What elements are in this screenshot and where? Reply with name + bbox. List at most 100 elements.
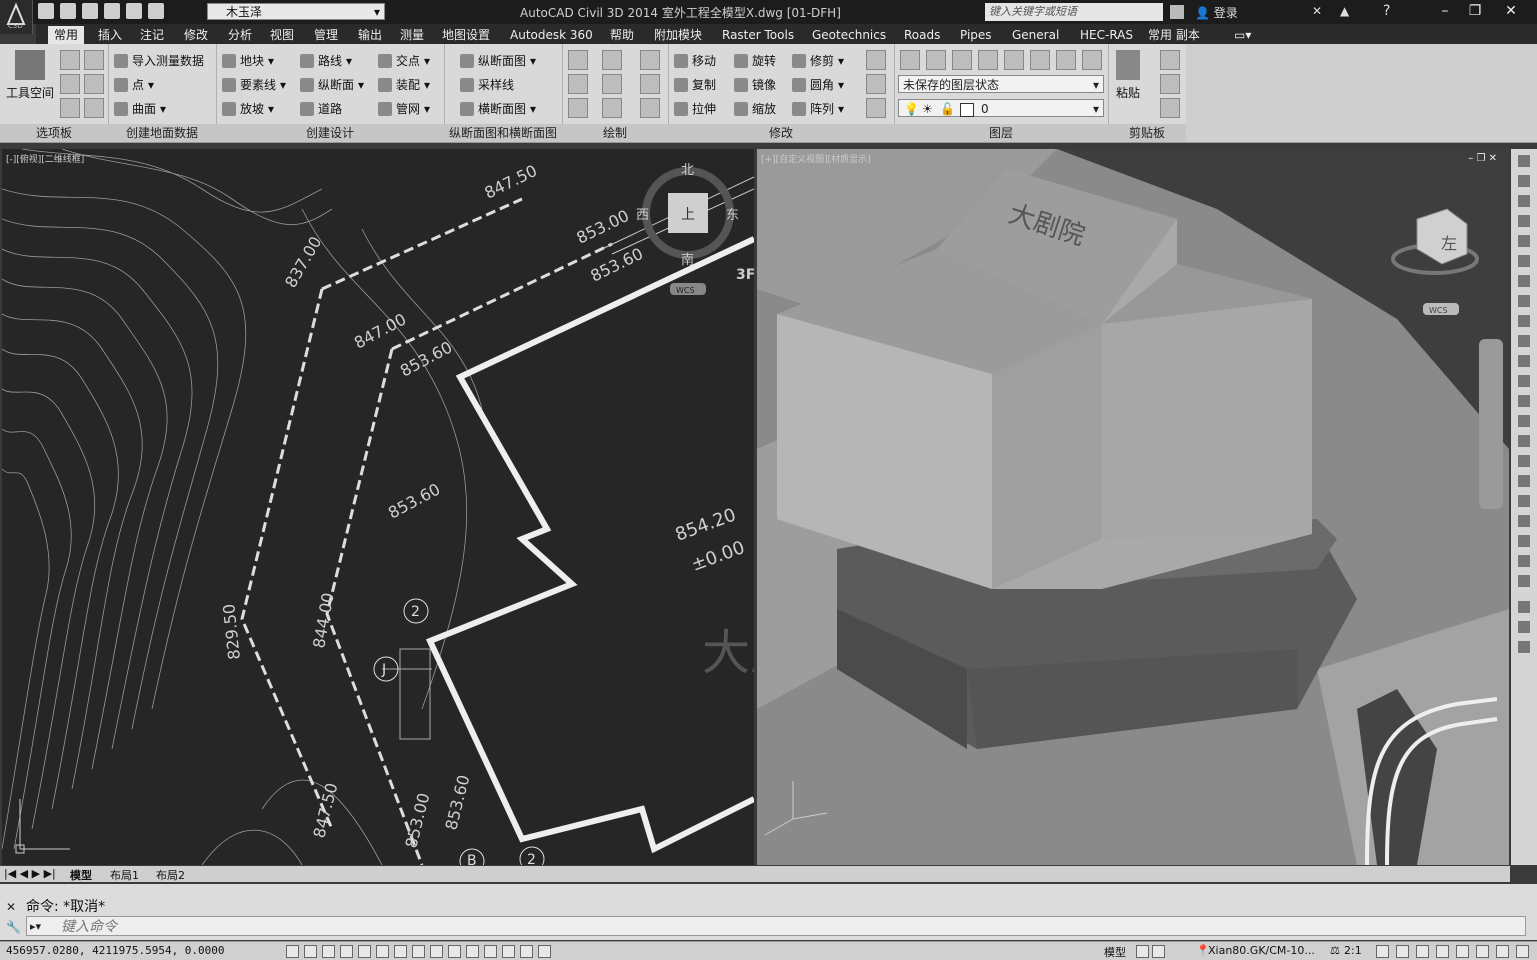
tool-icon-24[interactable] [1518, 621, 1530, 633]
tool-icon-17[interactable] [1518, 475, 1530, 487]
tab-home[interactable]: 常用 [48, 26, 85, 44]
layer-icon-4[interactable] [978, 50, 998, 70]
tab-hec-ras[interactable]: HEC-RAS [1074, 26, 1139, 44]
tab-insert[interactable]: 插入 [92, 26, 128, 44]
intersection-button[interactable]: 交点 ▾ [378, 52, 430, 69]
layer-icon-5[interactable] [1004, 50, 1024, 70]
tab-layout1[interactable]: 布局1 [110, 867, 139, 883]
tool-icon-14[interactable] [1518, 415, 1530, 427]
tool-icon-15[interactable] [1518, 435, 1530, 447]
scale-button[interactable]: 缩放 [734, 100, 776, 117]
ducs-icon[interactable] [430, 945, 443, 958]
help-icon[interactable]: ? [1383, 3, 1390, 19]
feature-line-button[interactable]: 要素线 ▾ [222, 76, 286, 93]
app-menu-button[interactable]: C3D [0, 0, 33, 34]
close-button[interactable]: ✕ [1496, 0, 1526, 22]
panel-title-draw[interactable]: 绘制 [562, 124, 668, 142]
transparency-icon[interactable] [484, 945, 497, 958]
model-space-label[interactable]: 模型 [1104, 944, 1126, 960]
corridor-button[interactable]: 道路 [300, 100, 342, 117]
status-menu-icon[interactable] [1496, 945, 1509, 958]
copy-button[interactable]: 复制 [674, 76, 716, 93]
binoculars-icon[interactable] [1170, 5, 1184, 19]
profile-view-button[interactable]: 纵断面图 ▾ [460, 52, 536, 69]
tool-icon-11[interactable] [1518, 355, 1530, 367]
panel-title-ground[interactable]: 创建地面数据 [108, 124, 216, 142]
lock-icon[interactable]: 🔓 [940, 102, 955, 116]
dyn-icon[interactable] [448, 945, 461, 958]
annotation-visibility-icon[interactable] [1376, 945, 1389, 958]
tool-icon-20[interactable] [1518, 535, 1530, 547]
viewport-controls-icon[interactable]: – ❐ ✕ [1468, 153, 1497, 164]
sun-icon[interactable]: ☀ [922, 102, 933, 116]
restore-button[interactable]: ❐ [1460, 0, 1490, 22]
cut-icon[interactable] [1160, 50, 1180, 70]
clean-screen-icon[interactable] [1516, 945, 1529, 958]
tool-icon-1[interactable] [1518, 155, 1530, 167]
rotate-button[interactable]: 旋转 [734, 52, 776, 69]
close-command-icon[interactable]: ✕ [6, 900, 16, 914]
layer-icon-2[interactable] [926, 50, 946, 70]
tool-icon-8[interactable] [1518, 295, 1530, 307]
tool-icon-5[interactable] [1518, 235, 1530, 247]
sample-lines-button[interactable]: 采样线 [460, 76, 514, 93]
auto-scale-icon[interactable] [1396, 945, 1409, 958]
point-draw-icon[interactable] [568, 74, 588, 94]
layer-icon-3[interactable] [952, 50, 972, 70]
tab-manage[interactable]: 管理 [308, 26, 344, 44]
ribbon-options-icon[interactable]: ▭▾ [1228, 26, 1257, 44]
trim-button[interactable]: 修剪 ▾ [792, 52, 844, 69]
tab-roads[interactable]: Roads [898, 26, 946, 44]
osnap-icon[interactable] [376, 945, 389, 958]
explode-icon[interactable] [866, 74, 886, 94]
minimize-button[interactable]: – [1430, 0, 1460, 22]
tab-pipes[interactable]: Pipes [954, 26, 998, 44]
erase-icon[interactable] [866, 50, 886, 70]
tab-annotate[interactable]: 注记 [134, 26, 170, 44]
array-button[interactable]: 阵列 ▾ [792, 100, 844, 117]
tool-icon-12[interactable] [1518, 375, 1530, 387]
tab-general[interactable]: General [1006, 26, 1065, 44]
panel-title-modify[interactable]: 修改 [668, 124, 894, 142]
tool-icon-25[interactable] [1518, 641, 1530, 653]
exchange-icon[interactable]: ✕ [1312, 4, 1322, 18]
hatch-icon[interactable] [640, 98, 660, 118]
panel-title-profile[interactable]: 纵断面图和横断面图 [444, 124, 562, 142]
open-icon[interactable] [60, 3, 76, 19]
tool-icon-2[interactable] [1518, 175, 1530, 187]
tab-help[interactable]: 帮助 [604, 26, 640, 44]
paste-button[interactable]: 粘贴 [1116, 50, 1140, 101]
surfaces-button[interactable]: 曲面 ▾ [114, 100, 166, 117]
panel-title-layers[interactable]: 图层 [894, 124, 1108, 142]
lock-ui-icon[interactable] [1436, 945, 1449, 958]
view-icon[interactable] [602, 98, 622, 118]
undo-icon[interactable] [126, 3, 142, 19]
pipe-network-button[interactable]: 管网 ▾ [378, 100, 430, 117]
tool-icon-10[interactable] [1518, 335, 1530, 347]
login-button[interactable]: 👤 登录 [1195, 4, 1238, 21]
3dosnap-icon[interactable] [394, 945, 407, 958]
offset-icon[interactable] [866, 98, 886, 118]
a360-icon[interactable]: ▲ [1340, 4, 1349, 18]
annotation-scale[interactable]: 2:1 [1344, 944, 1362, 957]
workspace-dropdown[interactable]: 木玉泽 [207, 3, 385, 21]
tool-icon-3[interactable] [1518, 195, 1530, 207]
assembly-button[interactable]: 装配 ▾ [378, 76, 430, 93]
polyline-icon[interactable] [640, 50, 660, 70]
tab-analyze[interactable]: 分析 [222, 26, 258, 44]
wrench-icon[interactable]: 🔧 [6, 920, 21, 934]
tool-icon-13[interactable] [1518, 395, 1530, 407]
viewport-plan-label[interactable]: [-][俯视][二维线框] [6, 152, 84, 165]
command-prompt-icon[interactable]: ▸▾ [30, 920, 41, 933]
tab-model[interactable]: 模型 [70, 867, 92, 883]
arc-icon[interactable] [602, 50, 622, 70]
viewport-3d-label[interactable]: [+][自定义视图][材质显示] [761, 152, 871, 165]
palette-icon-6[interactable] [84, 98, 104, 118]
move-button[interactable]: 移动 [674, 52, 716, 69]
selection-cycling-icon[interactable] [520, 945, 533, 958]
isolate-icon[interactable] [1456, 945, 1469, 958]
palette-icon-3[interactable] [60, 74, 80, 94]
match-properties-icon[interactable] [1160, 98, 1180, 118]
command-input[interactable]: 键入命令 [26, 916, 1526, 936]
infer-constraints-icon[interactable] [286, 945, 299, 958]
